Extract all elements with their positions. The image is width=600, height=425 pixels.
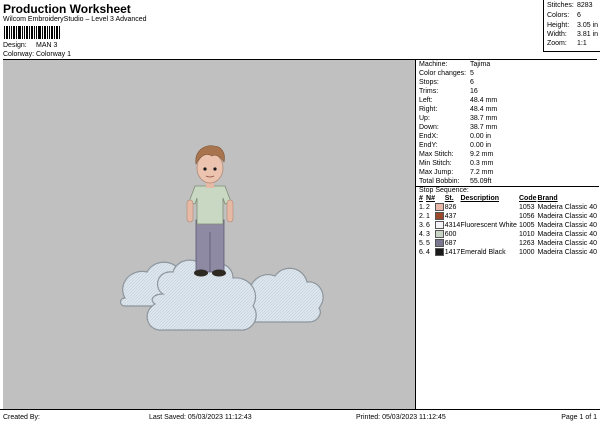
color-swatch <box>435 230 445 239</box>
cell-st: 687 <box>444 240 457 247</box>
cell-desc <box>460 230 519 239</box>
stat-zoom-value: 1:1 <box>577 40 587 47</box>
stat-colors-value: 6 <box>577 12 581 19</box>
footer: Created By: Last Saved: 05/03/2023 11:12… <box>0 409 600 425</box>
cell-num: 4. <box>419 231 425 238</box>
table-row: 5. 5 687 1263 Madeira Classic 40 <box>419 239 597 248</box>
cell-num: 6. <box>419 249 425 256</box>
last-saved: Last Saved: 05/03/2023 11:12:43 <box>149 414 252 421</box>
cell-code: 1053 <box>519 204 535 211</box>
stats-panel: Stitches: 8283 Colors: 6 Height: 3.05 in… <box>543 0 600 52</box>
table-header-row: # N# St. Description Code Brand <box>419 195 558 202</box>
cell-desc <box>460 203 519 212</box>
stat-stitches-label: Stitches: <box>547 2 574 9</box>
cell-desc: Emerald Black <box>460 249 506 256</box>
cell-st: 1417 <box>444 249 461 256</box>
cell-n: 2 <box>426 204 430 211</box>
cell-desc <box>460 212 519 221</box>
stat-width-label: Width: <box>547 31 567 38</box>
cell-n: 6 <box>426 222 430 229</box>
cell-num: 5. <box>419 240 425 247</box>
cell-num: 3. <box>419 222 425 229</box>
cell-n: 1 <box>426 213 430 220</box>
barcode-icon <box>4 26 60 39</box>
cell-n: 5 <box>426 240 430 247</box>
machine-info-panel: Machine: Tajima Color changes: 5 Stops: 6 T… <box>416 60 599 409</box>
table-row: 2. 1 437 1056 Madeira Classic 40 <box>419 212 597 221</box>
cell-code: 1005 <box>519 222 535 229</box>
created-by: Created By: <box>3 414 40 421</box>
table-row: 4. 3 600 1010 Madeira Classic 40 <box>419 230 597 239</box>
page-title: Production Worksheet <box>3 2 131 16</box>
page-number: Page 1 of 1 <box>561 414 597 421</box>
cell-desc <box>460 239 519 248</box>
cell-brand: Madeira Classic 40 <box>537 204 597 211</box>
cell-num: 1. <box>419 204 425 211</box>
color-swatch <box>435 248 445 257</box>
color-swatch <box>435 203 445 212</box>
table-row: 1. 2 826 1053 Madeira Classic 40 <box>419 203 597 212</box>
embroidery-design <box>119 145 324 331</box>
cell-brand: Madeira Classic 40 <box>537 249 597 256</box>
color-swatch <box>435 221 445 230</box>
cell-desc: Fluorescent White <box>460 222 517 229</box>
stat-height-value: 3.05 in <box>577 22 599 29</box>
cell-code: 1000 <box>519 249 535 256</box>
cell-brand: Madeira Classic 40 <box>537 240 597 247</box>
cell-st: 600 <box>444 231 457 238</box>
colorway-label: Colorway: <box>3 51 35 58</box>
cell-brand: Madeira Classic 40 <box>537 231 597 238</box>
color-swatch <box>435 239 445 248</box>
cell-st: 437 <box>444 213 457 220</box>
cell-st: 4314 <box>444 222 461 229</box>
stat-height-label: Height: <box>547 22 570 29</box>
design-label: Design: <box>3 42 27 49</box>
table-row: 3. 6 4314 Fluorescent White 1005 Madeira Clas… <box>419 221 597 230</box>
cell-brand: Madeira Classic 40 <box>537 222 597 229</box>
cell-n: 3 <box>426 231 430 238</box>
stat-zoom-label: Zoom: <box>547 40 567 47</box>
cell-num: 2. <box>419 213 425 220</box>
table-row: 6. 4 1417 Emerald Black 1000 Madeira Classic … <box>419 248 597 257</box>
cell-st: 826 <box>444 204 457 211</box>
cell-brand: Madeira Classic 40 <box>537 213 597 220</box>
stat-colors-label: Colors: <box>547 12 570 19</box>
printed-date: Printed: 05/03/2023 11:12:45 <box>356 414 446 421</box>
stop-sequence-table: # N# St. Description Code Brand 1. 2 826 10… <box>419 194 597 257</box>
cell-n: 4 <box>426 249 430 256</box>
stat-stitches-value: 8283 <box>577 2 593 9</box>
colorway-value: Colorway 1 <box>36 51 72 58</box>
design-row: Design: MAN 3 <box>3 42 123 51</box>
man-figure <box>186 145 234 277</box>
color-swatch <box>435 212 445 221</box>
software-name: Wilcom EmbroideryStudio – Level 3 Advanc… <box>3 16 147 23</box>
cell-code: 1263 <box>519 240 535 247</box>
stat-width-value: 3.81 in <box>577 31 599 38</box>
design-preview <box>3 60 416 409</box>
cell-code: 1010 <box>519 231 535 238</box>
cell-code: 1056 <box>519 213 535 220</box>
design-value: MAN 3 <box>36 42 58 49</box>
